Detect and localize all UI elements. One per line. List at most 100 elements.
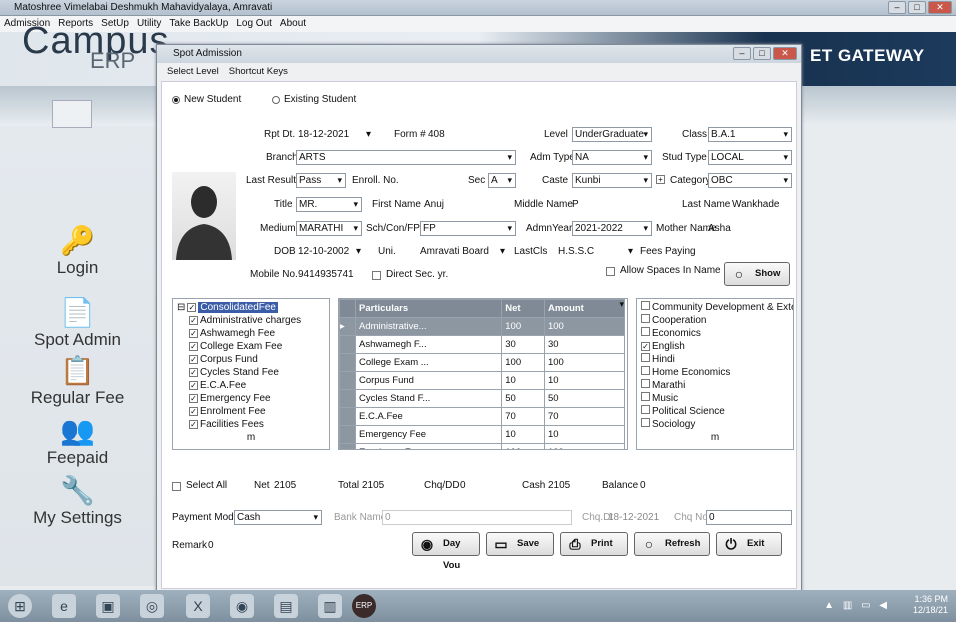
subject-checkbox[interactable] — [641, 353, 650, 362]
save-button[interactable]: ▭ Save — [486, 532, 554, 556]
menu-select-level[interactable]: Select Level — [167, 65, 219, 79]
sidebar-item-feepaid[interactable]: 👥 Feepaid — [0, 416, 155, 468]
cell-net[interactable]: 50 — [501, 389, 545, 408]
add-category-icon[interactable]: + — [656, 175, 665, 184]
subject-item[interactable]: ✓ English — [641, 340, 789, 353]
caste-select[interactable]: Kunbi — [572, 173, 652, 188]
subject-item[interactable]: Marathi — [641, 379, 789, 392]
rpt-dt-value[interactable]: 18-12-2021 — [298, 129, 349, 140]
subject-checkbox[interactable] — [641, 392, 650, 401]
tree-root[interactable]: ⊟ ✓ ConsolidatedFee — [177, 301, 325, 314]
row-selector[interactable] — [339, 389, 356, 408]
cell-amount[interactable]: 50 — [543, 389, 626, 408]
chevron-down-icon[interactable]: ▾ — [356, 246, 361, 257]
table-row[interactable]: Ashwamegh F... 30 30 — [339, 335, 627, 354]
refresh-button[interactable]: ○ Refresh — [634, 532, 710, 556]
chevron-down-icon[interactable]: ▾ — [366, 129, 371, 140]
uni-value[interactable]: Amravati Board — [420, 246, 489, 257]
excel-icon[interactable]: X — [186, 594, 210, 618]
cell-particulars[interactable]: Corpus Fund — [354, 371, 503, 390]
subject-item[interactable]: Home Economics — [641, 366, 789, 379]
subject-list[interactable]: Community Development & Exte Cooperation E… — [636, 298, 794, 450]
dialog-close-button[interactable]: ✕ — [773, 47, 797, 60]
row-selector[interactable] — [339, 443, 356, 449]
sec-select[interactable]: A — [488, 173, 516, 188]
first-name-value[interactable]: Anuj — [424, 199, 444, 210]
fee-tree[interactable]: ⊟ ✓ ConsolidatedFee ✓ Administrative charge… — [172, 298, 330, 450]
documents-icon[interactable]: ▤ — [274, 594, 298, 618]
last-name-value[interactable]: Wankhade — [732, 199, 779, 210]
subject-item[interactable]: Cooperation — [641, 314, 789, 327]
chevron-down-icon[interactable]: ▾ — [628, 246, 633, 257]
tree-item[interactable]: ✓ Administrative charges — [177, 314, 325, 327]
subject-checkbox[interactable] — [641, 301, 650, 310]
subject-checkbox[interactable] — [641, 327, 650, 336]
row-selector[interactable]: ▸ — [339, 317, 356, 336]
cell-amount[interactable]: 10 — [543, 371, 626, 390]
subject-item[interactable]: Political Science — [641, 405, 789, 418]
browser-icon[interactable]: e — [52, 594, 76, 618]
row-selector[interactable] — [339, 353, 356, 372]
print-button[interactable]: ⎙ Print — [560, 532, 628, 556]
menu-log-out[interactable]: Log Out — [236, 16, 272, 32]
cell-amount[interactable]: 100 — [543, 317, 626, 336]
cell-particulars[interactable]: E.C.A.Fee — [354, 407, 503, 426]
tree-item-checkbox[interactable]: ✓ — [189, 355, 198, 364]
subject-item[interactable]: Hindi — [641, 353, 789, 366]
minimize-button[interactable]: – — [888, 1, 906, 14]
cell-amount[interactable]: 100 — [543, 353, 626, 372]
cell-particulars[interactable]: Ashwamegh F... — [354, 335, 503, 354]
adm-type-select[interactable]: NA — [572, 150, 652, 165]
tree-item-checkbox[interactable]: ✓ — [189, 407, 198, 416]
subject-checkbox[interactable] — [641, 405, 650, 414]
tree-item[interactable]: ✓ E.C.A.Fee — [177, 379, 325, 392]
subject-item[interactable]: Community Development & Exte — [641, 301, 793, 314]
start-icon[interactable]: ⊞ — [8, 594, 32, 618]
tree-item-checkbox[interactable]: ✓ — [189, 342, 198, 351]
stud-type-select[interactable]: LOCAL — [708, 150, 792, 165]
cell-particulars[interactable]: Enrolment Fee — [354, 443, 503, 449]
table-row[interactable]: Corpus Fund 10 10 — [339, 371, 627, 390]
day-vou-button[interactable]: ◉ Day Vou — [412, 532, 480, 571]
subject-checkbox[interactable] — [641, 418, 650, 427]
exit-button[interactable]: ⏻ Exit — [716, 532, 782, 556]
cell-amount[interactable]: 10 — [543, 425, 626, 444]
subject-item[interactable]: Music — [641, 392, 789, 405]
table-row[interactable]: ▸ Administrative... 100 100 — [339, 317, 627, 336]
tree-item[interactable]: ✓ Enrolment Fee — [177, 405, 325, 418]
sidebar-item-login[interactable]: 🔑 Login — [0, 226, 155, 278]
remark-value[interactable]: 0 — [208, 540, 214, 551]
subject-item[interactable]: Economics — [641, 327, 789, 340]
row-selector[interactable] — [339, 371, 356, 390]
tree-item[interactable]: ✓ Corpus Fund — [177, 353, 325, 366]
new-student-radio[interactable] — [172, 96, 180, 104]
subject-checkbox[interactable]: ✓ — [641, 342, 650, 351]
cell-amount[interactable]: 30 — [543, 335, 626, 354]
subject-item[interactable]: Sociology — [641, 418, 789, 431]
table-row[interactable]: Enrolment Fee100100 — [339, 443, 627, 449]
cell-net[interactable]: 30 — [501, 335, 545, 354]
sch-select[interactable]: FP — [420, 221, 516, 236]
clock[interactable]: 1:36 PM 12/18/21 — [913, 594, 948, 616]
table-row[interactable]: E.C.A.Fee 70 70 — [339, 407, 627, 426]
adm-year-select[interactable]: 2021-2022 — [572, 221, 652, 236]
sidebar-item-spot-admin[interactable]: 📄 Spot Admin — [0, 298, 155, 350]
branch-select[interactable]: ARTS — [296, 150, 516, 165]
cell-net[interactable]: 100 — [501, 317, 545, 336]
sidebar-item-my-settings[interactable]: 🔧 My Settings — [0, 476, 155, 528]
cell-particulars[interactable]: Cycles Stand F... — [354, 389, 503, 408]
cell-particulars[interactable]: Administrative... — [354, 317, 503, 336]
subject-checkbox[interactable] — [641, 379, 650, 388]
tree-item-checkbox[interactable]: ✓ — [189, 329, 198, 338]
tree-item-checkbox[interactable]: ✓ — [189, 381, 198, 390]
bank-name-input[interactable]: 0 — [382, 510, 572, 525]
tree-item[interactable]: ✓ College Exam Fee — [177, 340, 325, 353]
cell-net[interactable]: 70 — [501, 407, 545, 426]
table-row[interactable]: Emergency Fee 10 10 — [339, 425, 627, 444]
category-select[interactable]: OBC — [708, 173, 792, 188]
chq-dt-value[interactable]: 18-12-2021 — [608, 512, 659, 523]
tree-item[interactable]: ✓ Facilities Fees — [177, 418, 325, 431]
show-button[interactable]: ○ Show — [724, 262, 790, 286]
dialog-maximize-button[interactable]: □ — [753, 47, 771, 60]
erp-icon[interactable]: ERP — [352, 594, 376, 618]
